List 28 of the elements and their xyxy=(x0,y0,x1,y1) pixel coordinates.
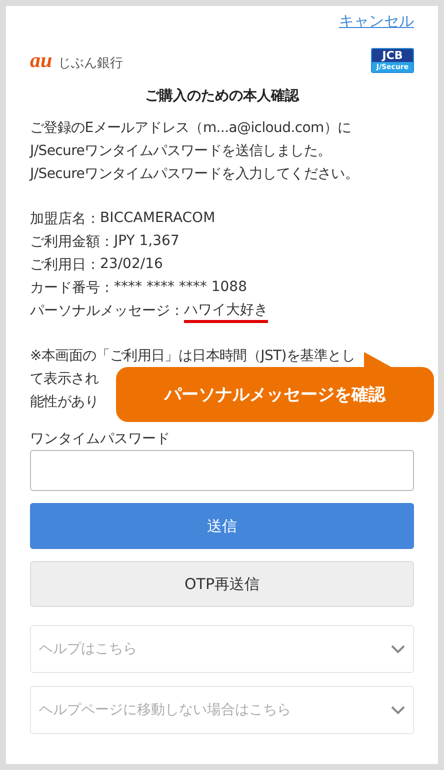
chevron-icon xyxy=(391,644,405,654)
resend-button[interactable]: OTP再送信 xyxy=(30,561,414,607)
help-dropdown[interactable]: ヘルプはこちら xyxy=(30,625,414,673)
detail-label: 加盟店名： xyxy=(30,210,100,229)
detail-value: BICCAMERACOM xyxy=(100,209,216,228)
notice-text: 能性があり xyxy=(30,393,99,412)
detail-value: JPY 1,367 xyxy=(114,232,180,251)
notice-text: て表示され xyxy=(30,370,99,389)
intro-text: ご登録のEメールアドレス（m...a@icloud.com）に xyxy=(30,119,352,138)
intro-text: J/Secureワンタイムパスワードを送信しました。 xyxy=(30,142,332,161)
detail-label: カード番号： xyxy=(30,279,114,298)
send-button[interactable]: 送信 xyxy=(30,503,414,549)
otp-label: ワンタイムパスワード xyxy=(30,430,171,448)
detail-label: ご利用日： xyxy=(30,256,100,275)
detail-value: **** **** **** 1088 xyxy=(114,278,247,297)
notice-text: ※本画面の「ご利用日」は日本時間（JST)を基準とし xyxy=(30,347,355,366)
page-title: ご購入のための本人確認 xyxy=(144,87,300,105)
detail-label: ご利用金額： xyxy=(30,233,114,252)
intro-text: J/Secureワンタイムパスワードを入力してください。 xyxy=(30,165,359,184)
detail-value: ハワイ大好き xyxy=(184,300,268,323)
help-dropdown[interactable]: ヘルプページに移動しない場合はこちら xyxy=(30,686,414,734)
chevron-icon xyxy=(391,706,405,714)
detail-value: 23/02/16 xyxy=(100,255,163,274)
detail-label: パーソナルメッセージ： xyxy=(30,302,184,321)
cancel-link[interactable]: キャンセル xyxy=(339,12,414,31)
otp-input-field[interactable] xyxy=(30,450,414,491)
bank-name: じぶん銀行 xyxy=(58,55,124,72)
bank-logo-mark: au xyxy=(30,48,52,73)
